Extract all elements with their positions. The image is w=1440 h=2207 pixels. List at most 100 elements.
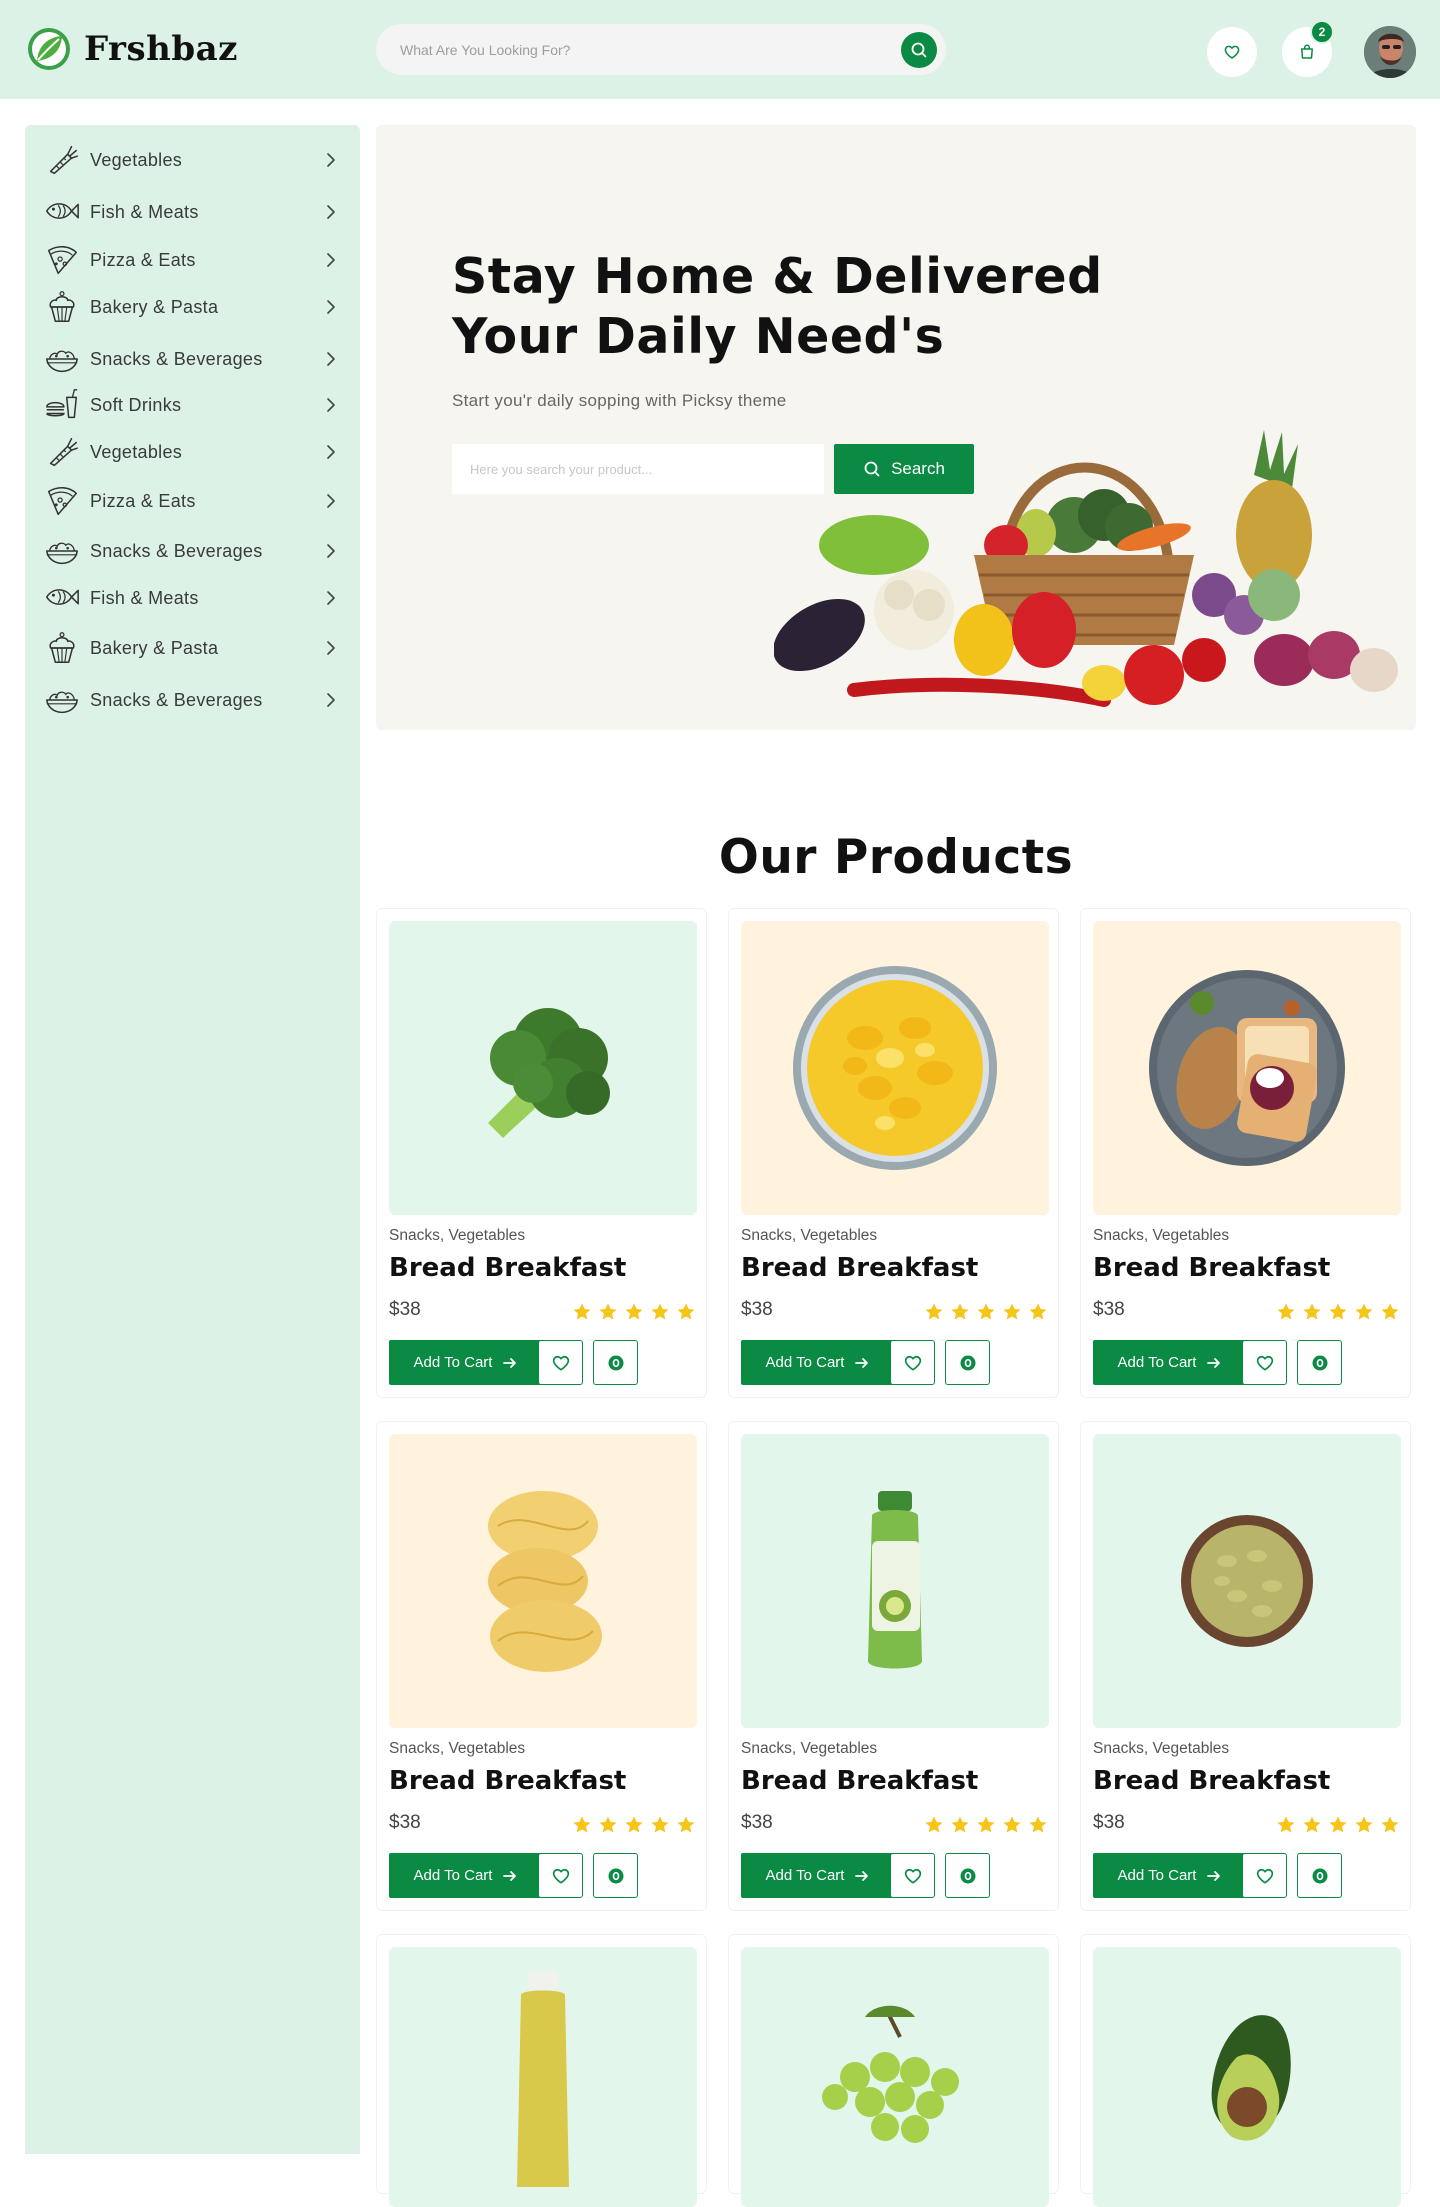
star-icon xyxy=(677,1303,695,1320)
star-icon xyxy=(625,1816,643,1833)
product-name[interactable]: Bread Breakfast xyxy=(741,1253,978,1283)
quick-view-button[interactable] xyxy=(593,1853,638,1898)
product-image[interactable] xyxy=(389,1947,697,2207)
sidebar-category-item[interactable]: Snacks & Beverages xyxy=(25,528,360,574)
hero-search-input[interactable] xyxy=(452,444,824,494)
sidebar-category-label: Snacks & Beverages xyxy=(90,540,263,561)
product-card[interactable] xyxy=(376,1934,707,2207)
hero-subtitle: Start you'r daily sopping with Picksy th… xyxy=(452,391,787,410)
product-image[interactable] xyxy=(741,1434,1049,1728)
product-card[interactable]: Snacks, Vegetables Bread Breakfast $38 Add … xyxy=(376,908,707,1398)
avatar-photo-icon xyxy=(1364,26,1416,78)
quick-view-button[interactable] xyxy=(593,1340,638,1385)
star-icon xyxy=(925,1816,943,1833)
quick-view-eye-icon xyxy=(608,1355,623,1370)
chevron-right-icon xyxy=(327,253,335,267)
product-card[interactable]: Snacks, Vegetables Bread Breakfast $38 Add … xyxy=(1080,908,1411,1398)
cart-count-badge: 2 xyxy=(1310,20,1334,44)
green-grapes-image xyxy=(822,2005,959,2143)
quick-view-button[interactable] xyxy=(1297,1340,1342,1385)
product-image[interactable] xyxy=(741,921,1049,1215)
product-image[interactable] xyxy=(389,921,697,1215)
star-icon xyxy=(599,1303,617,1320)
sidebar-category-item[interactable]: Vegetables xyxy=(25,429,360,475)
sidebar-category-item[interactable]: Fish & Meats xyxy=(25,189,360,235)
product-categories[interactable]: Snacks, Vegetables xyxy=(389,1227,525,1245)
shopping-bag-icon xyxy=(1301,44,1313,59)
add-to-cart-button[interactable]: Add To Cart xyxy=(1093,1853,1247,1898)
product-image[interactable] xyxy=(1093,1947,1401,2207)
product-card[interactable]: Snacks, Vegetables Bread Breakfast $38 Add … xyxy=(728,1421,1059,1911)
product-name[interactable]: Bread Breakfast xyxy=(1093,1766,1330,1796)
star-icon xyxy=(625,1303,643,1320)
star-icon xyxy=(1303,1816,1321,1833)
product-price: $38 xyxy=(741,1812,773,1833)
product-image[interactable] xyxy=(741,1947,1049,2207)
sidebar-category-item[interactable]: Vegetables xyxy=(25,137,360,183)
add-to-cart-button[interactable]: Add To Cart xyxy=(389,1340,543,1385)
product-rating xyxy=(572,1815,696,1835)
product-name[interactable]: Bread Breakfast xyxy=(389,1766,626,1796)
sidebar-category-item[interactable]: Snacks & Beverages xyxy=(25,677,360,723)
add-to-cart-button[interactable]: Add To Cart xyxy=(741,1853,895,1898)
add-to-cart-button[interactable]: Add To Cart xyxy=(1093,1340,1247,1385)
add-to-wishlist-button[interactable] xyxy=(890,1340,935,1385)
arrow-right-icon xyxy=(855,1357,869,1368)
sidebar-category-item[interactable]: Bakery & Pasta xyxy=(25,625,360,671)
product-categories[interactable]: Snacks, Vegetables xyxy=(741,1740,877,1758)
sidebar-category-label: Vegetables xyxy=(90,149,183,170)
add-to-cart-label: Add To Cart xyxy=(413,1354,493,1371)
product-price: $38 xyxy=(389,1812,421,1833)
product-categories[interactable]: Snacks, Vegetables xyxy=(389,1740,525,1758)
product-image[interactable] xyxy=(1093,1434,1401,1728)
quick-view-button[interactable] xyxy=(1297,1853,1342,1898)
product-image[interactable] xyxy=(389,1434,697,1728)
chevron-right-icon xyxy=(327,398,335,412)
avocado-image xyxy=(1211,2015,1291,2141)
quick-view-button[interactable] xyxy=(945,1340,990,1385)
product-card[interactable]: Snacks, Vegetables Bread Breakfast $38 Add … xyxy=(728,908,1059,1398)
add-to-wishlist-button[interactable] xyxy=(890,1853,935,1898)
add-to-cart-label: Add To Cart xyxy=(413,1867,493,1884)
chevron-right-icon xyxy=(327,153,335,167)
sidebar-category-item[interactable]: Snacks & Beverages xyxy=(25,336,360,382)
sidebar-category-item[interactable]: Pizza & Eats xyxy=(25,478,360,524)
product-image[interactable] xyxy=(1093,921,1401,1215)
product-card[interactable]: Snacks, Vegetables Bread Breakfast $38 Add … xyxy=(376,1421,707,1911)
star-icon xyxy=(925,1303,943,1320)
star-icon xyxy=(1329,1816,1347,1833)
product-categories[interactable]: Snacks, Vegetables xyxy=(1093,1740,1229,1758)
product-card[interactable] xyxy=(1080,1934,1411,2207)
heart-icon xyxy=(904,1868,921,1883)
add-to-cart-button[interactable]: Add To Cart xyxy=(741,1340,895,1385)
star-icon xyxy=(1277,1816,1295,1833)
header-search-button[interactable] xyxy=(901,32,937,68)
wishlist-button[interactable] xyxy=(1207,27,1257,77)
sidebar-category-item[interactable]: Pizza & Eats xyxy=(25,237,360,283)
search-icon xyxy=(911,42,927,58)
add-to-cart-button[interactable]: Add To Cart xyxy=(389,1853,543,1898)
sidebar-category-item[interactable]: Soft Drinks xyxy=(25,382,360,428)
sidebar-category-item[interactable]: Bakery & Pasta xyxy=(25,284,360,330)
product-categories[interactable]: Snacks, Vegetables xyxy=(1093,1227,1229,1245)
product-name[interactable]: Bread Breakfast xyxy=(1093,1253,1330,1283)
quick-view-button[interactable] xyxy=(945,1853,990,1898)
sidebar-category-item[interactable]: Fish & Meats xyxy=(25,575,360,621)
add-to-wishlist-button[interactable] xyxy=(1242,1853,1287,1898)
add-to-wishlist-button[interactable] xyxy=(538,1340,583,1385)
product-rating xyxy=(924,1815,1048,1835)
add-to-wishlist-button[interactable] xyxy=(538,1853,583,1898)
star-icon xyxy=(573,1816,591,1833)
add-to-wishlist-button[interactable] xyxy=(1242,1340,1287,1385)
brand-logo[interactable]: Frshbaz xyxy=(26,26,238,72)
product-card[interactable]: Snacks, Vegetables Bread Breakfast $38 Add … xyxy=(1080,1421,1411,1911)
product-name[interactable]: Bread Breakfast xyxy=(389,1253,626,1283)
product-categories[interactable]: Snacks, Vegetables xyxy=(741,1227,877,1245)
product-name[interactable]: Bread Breakfast xyxy=(741,1766,978,1796)
header-search-input[interactable] xyxy=(400,41,870,58)
arrow-right-icon xyxy=(503,1870,517,1881)
product-card[interactable] xyxy=(728,1934,1059,2207)
user-avatar[interactable] xyxy=(1364,26,1416,78)
cart-button[interactable]: 2 xyxy=(1282,20,1334,77)
sidebar-category-label: Snacks & Beverages xyxy=(90,348,263,369)
